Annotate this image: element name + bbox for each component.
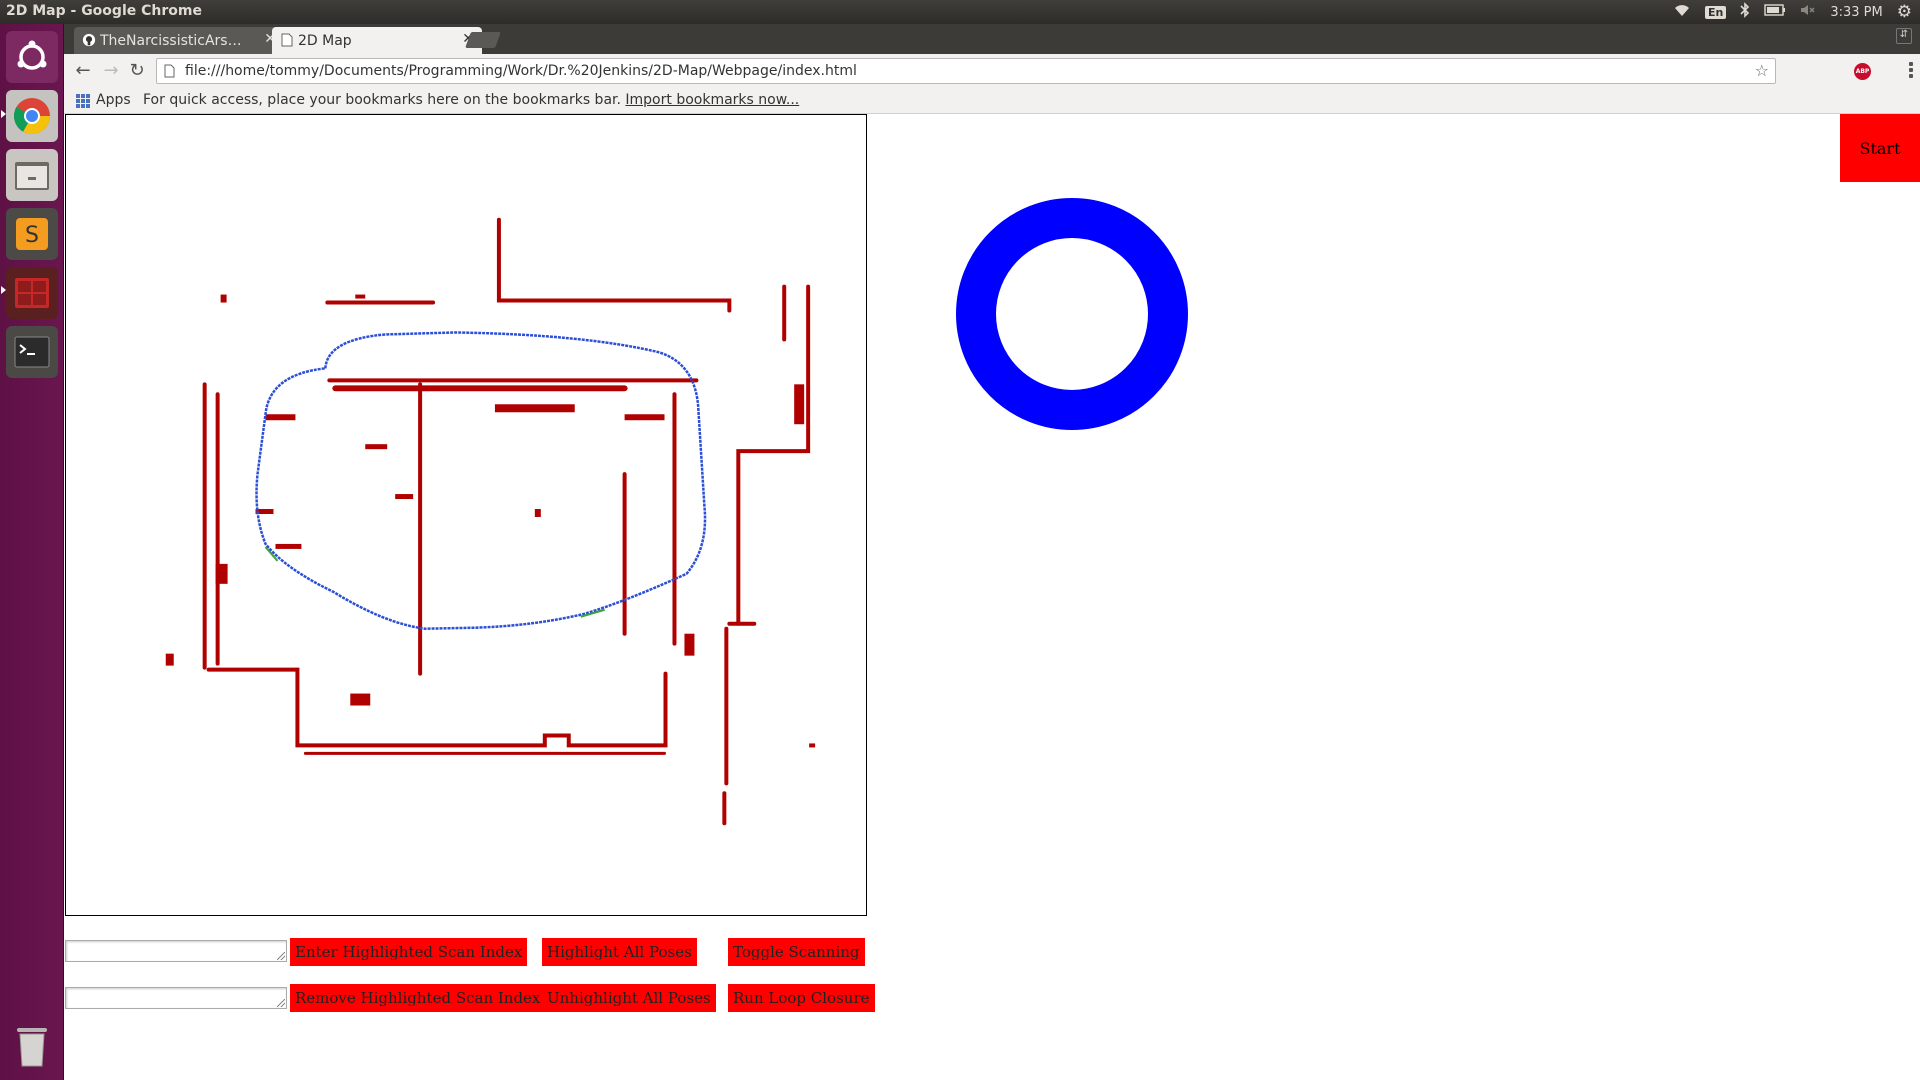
unhighlight-all-poses-button[interactable]: Unhighlight All Poses <box>542 984 716 1012</box>
sublime-text-icon[interactable]: S <box>6 208 58 260</box>
system-tray: En 3:33 PM ⚙ <box>1673 0 1912 24</box>
bookmarks-bar: Apps For quick access, place your bookma… <box>64 88 1920 114</box>
tab-strip: TheNarcissisticArsenal ✕ 2D Map ✕ ⇵ <box>64 24 1920 54</box>
tab-2d-map[interactable]: 2D Map ✕ <box>272 27 482 54</box>
toggle-scanning-button[interactable]: Toggle Scanning <box>728 938 865 966</box>
tab-label: 2D Map <box>298 32 352 49</box>
wall-bottom-left <box>206 667 668 748</box>
wall-right-lower <box>724 621 757 786</box>
address-bar[interactable]: file:///home/tommy/Documents/Programming… <box>156 58 1776 84</box>
page-content: Start Enter Highlighted Scan Index Highl… <box>64 114 1920 1080</box>
run-loop-closure-button[interactable]: Run Loop Closure <box>728 984 875 1012</box>
back-arrow-icon[interactable]: ← <box>72 60 94 82</box>
bookmarks-prompt: For quick access, place your bookmarks h… <box>143 92 799 108</box>
highlight-all-poses-button[interactable]: Highlight All Poses <box>542 938 697 966</box>
robot-trajectory <box>255 331 707 630</box>
clock[interactable]: 3:33 PM <box>1830 5 1882 20</box>
occupancy-speckles <box>165 294 816 748</box>
github-icon <box>82 33 96 47</box>
apps-grid-icon[interactable] <box>76 94 90 108</box>
terminal-icon[interactable] <box>6 326 58 378</box>
url-text: file:///home/tommy/Documents/Programming… <box>185 63 857 79</box>
bookmarks-prompt-text: For quick access, place your bookmarks h… <box>143 92 621 108</box>
reload-icon[interactable]: ↻ <box>126 60 148 82</box>
chrome-icon[interactable] <box>6 90 58 142</box>
unity-launcher: S <box>0 24 64 1080</box>
system-top-bar: 2D Map - Google Chrome En 3:33 PM ⚙ <box>0 0 1920 24</box>
remove-highlighted-scan-index-button[interactable]: Remove Highlighted Scan Index <box>290 984 546 1012</box>
wall-right-stair <box>736 284 811 626</box>
browser-toolbar: ← → ↻ file:///home/tommy/Documents/Progr… <box>64 54 1920 88</box>
chrome-menu-icon[interactable] <box>1908 62 1914 80</box>
ubuntu-dash-icon[interactable] <box>6 31 58 83</box>
new-tab-button[interactable] <box>465 32 501 48</box>
tab-label: TheNarcissisticArsenal <box>100 32 250 49</box>
page-icon <box>164 64 175 78</box>
workspace-switcher-icon[interactable] <box>6 267 58 319</box>
resize-grip-icon[interactable] <box>277 999 285 1007</box>
apps-shortcut[interactable]: Apps <box>96 92 131 108</box>
status-ring <box>956 198 1188 430</box>
window-restore-icon[interactable]: ⇵ <box>1896 28 1912 44</box>
keyboard-layout-indicator[interactable]: En <box>1705 5 1727 19</box>
scan-index-input[interactable] <box>65 940 287 962</box>
adblock-plus-icon[interactable]: ABP <box>1854 63 1871 80</box>
bluetooth-icon[interactable] <box>1740 2 1750 22</box>
start-button[interactable]: Start <box>1840 114 1920 182</box>
import-bookmarks-link[interactable]: Import bookmarks now... <box>625 92 799 108</box>
tab-github[interactable]: TheNarcissisticArsenal ✕ <box>74 27 284 54</box>
battery-icon[interactable] <box>1764 4 1786 20</box>
session-gear-icon[interactable]: ⚙ <box>1897 2 1912 22</box>
enter-highlighted-scan-index-button[interactable]: Enter Highlighted Scan Index <box>290 938 528 966</box>
files-icon[interactable] <box>6 149 58 201</box>
page-icon <box>281 33 293 47</box>
wall-top-stub <box>496 217 732 313</box>
svg-text:S: S <box>25 223 39 248</box>
wifi-icon[interactable] <box>1673 3 1691 21</box>
occupancy-walls <box>202 217 811 826</box>
bookmark-star-icon[interactable]: ☆ <box>1755 59 1769 83</box>
window-title: 2D Map - Google Chrome <box>6 3 202 19</box>
resize-grip-icon[interactable] <box>277 952 285 960</box>
map-canvas[interactable] <box>65 114 867 916</box>
wall-inner-left <box>418 382 627 676</box>
volume-muted-icon[interactable] <box>1800 3 1816 21</box>
trash-icon[interactable] <box>6 1020 58 1072</box>
scan-index-remove-input[interactable] <box>65 987 287 1009</box>
forward-arrow-icon[interactable]: → <box>100 60 122 82</box>
